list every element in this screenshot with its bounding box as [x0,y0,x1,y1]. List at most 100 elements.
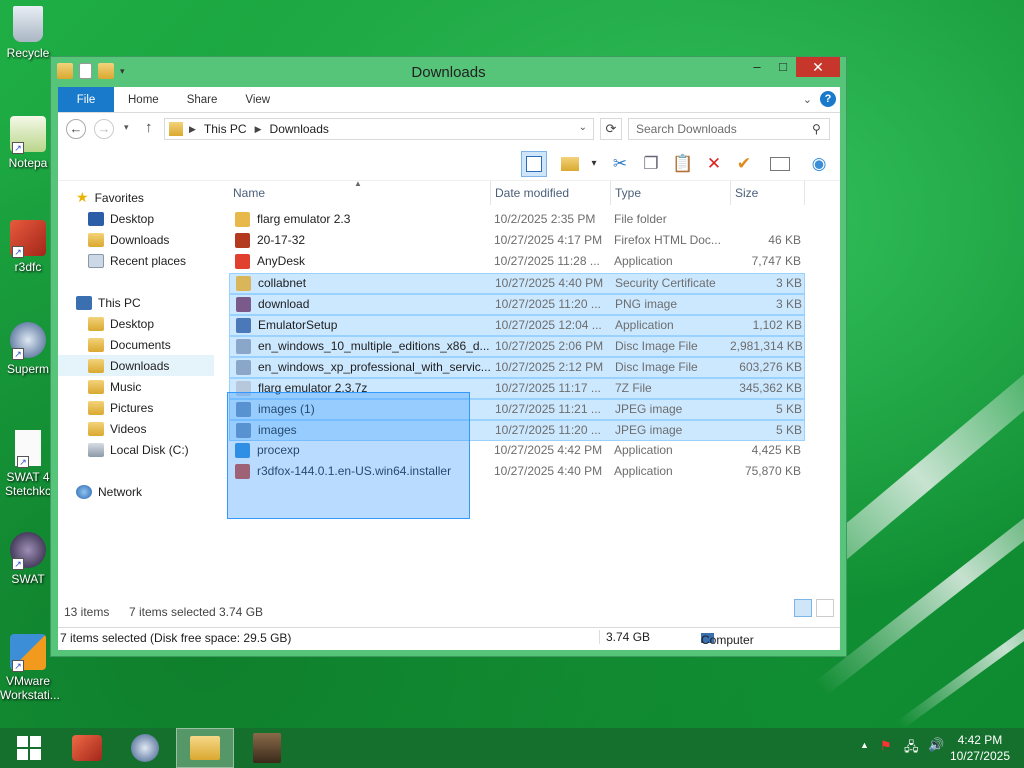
nav-pc-videos[interactable]: Videos [88,418,244,439]
desktop-icon-swat4[interactable]: ↗ SWAT 4 Stetchkc [0,430,56,498]
nav-pc-local-disk[interactable]: Local Disk (C:) [88,439,244,460]
nav-fav-downloads[interactable]: Downloads [88,229,244,250]
tab-share[interactable]: Share [173,87,232,112]
back-button[interactable]: ← [66,119,86,139]
nav-network[interactable]: Network [76,481,232,502]
windows-logo-icon [17,736,41,760]
delete-icon[interactable]: ✕ [701,151,727,177]
nav-pc-music[interactable]: Music [88,376,244,397]
chevron-right-icon: ▶ [254,123,262,134]
help-icon[interactable]: ? [820,91,836,107]
cut-icon[interactable]: ✂ [607,151,633,177]
title-bar[interactable]: ▾ Downloads – □ ✕ [51,57,846,87]
refresh-button[interactable]: ⟳ [600,118,622,140]
breadcrumb-this-pc[interactable]: This PC [204,122,247,136]
nav-pc-documents[interactable]: Documents [88,334,244,355]
open-folder-icon[interactable] [557,151,583,177]
volume-icon[interactable]: 🔊 [928,737,944,753]
search-input[interactable]: Search Downloads [628,118,830,140]
maximize-button[interactable]: □ [770,57,796,77]
file-date: 10/27/2025 12:04 ... [495,318,602,332]
computer-icon [76,295,92,310]
folder-icon [190,736,220,760]
search-icon[interactable]: ⚲ [812,122,821,136]
nav-pc-downloads[interactable]: Downloads [58,355,214,376]
file-row[interactable]: download 10/27/2025 11:20 ... PNG image 3 K… [229,294,805,315]
file-row[interactable]: collabnet 10/27/2025 4:40 PM Security Cert… [229,273,805,294]
recent-locations-icon[interactable]: ▾ [124,122,129,133]
show-hidden-icons-icon[interactable]: ▲ [860,740,869,750]
paste-icon[interactable]: 📋 [670,151,696,177]
desktop-icon-swat[interactable]: ↗ SWAT [0,532,56,586]
preview-pane-icon[interactable] [521,151,547,177]
file-row[interactable]: en_windows_xp_professional_with_servic..… [229,357,805,378]
address-dropdown-icon[interactable]: ⌄ [579,122,587,133]
details-view-button[interactable] [794,599,812,617]
network-tray-icon[interactable]: 🖧 [904,738,919,760]
forward-button[interactable]: → [94,119,114,139]
file-row[interactable]: flarg emulator 2.3 10/2/2025 2:35 PM File … [229,210,805,231]
up-button[interactable]: ↑ [145,119,153,136]
details-size: 3.74 GB [599,630,650,644]
start-button[interactable] [0,728,58,768]
breadcrumb-downloads[interactable]: Downloads [270,122,329,136]
desktop-icon-r3dfox[interactable]: ↗ r3dfc [0,220,56,274]
file-name: en_windows_xp_professional_with_servic..… [258,360,491,374]
nav-label: Videos [110,421,147,436]
file-date: 10/27/2025 11:20 ... [495,423,601,437]
close-button[interactable]: ✕ [796,57,840,77]
nav-favorites[interactable]: ★ Favorites [76,187,232,208]
clock[interactable]: 4:42 PM 10/27/2025 [950,732,1010,764]
file-name: AnyDesk [257,254,306,268]
column-header-size[interactable]: Size [731,181,805,205]
file-row[interactable]: en_windows_10_multiple_editions_x86_d...… [229,336,805,357]
file-date: 10/27/2025 2:06 PM [495,339,604,353]
column-header-type[interactable]: Type [611,181,731,205]
nav-label: Network [98,484,143,499]
file-size: 7,747 KB [751,254,801,268]
desktop-icon-notepad[interactable]: ↗ Notepa [0,116,56,170]
r3dfox-icon: ↗ [10,220,46,258]
tab-view[interactable]: View [231,87,284,112]
file-row[interactable]: 20-17-32 10/27/2025 4:17 PM Firefox HTML D… [229,231,805,252]
nav-pc-pictures[interactable]: Pictures [88,397,244,418]
nav-fav-recent-places[interactable]: Recent places [88,250,244,271]
file-date: 10/27/2025 11:17 ... [495,381,601,395]
taskbar-file-explorer[interactable] [176,728,234,768]
expand-ribbon-icon[interactable]: ⌄ [803,93,812,106]
desktop-icon-superm[interactable]: ↗ Superm [0,322,56,376]
taskbar-r3dfox[interactable] [58,728,116,768]
properties-icon[interactable] [767,151,793,177]
file-icon [236,360,251,375]
taskbar-app[interactable] [238,728,296,768]
navigation-pane: ★ Favorites Desktop Downloads Recent pla… [58,181,218,611]
nav-fav-desktop[interactable]: Desktop [88,208,244,229]
file-type: Firefox HTML Doc... [614,233,721,247]
desktop-icon-label: Superm [6,362,50,376]
file-type: Application [614,254,673,268]
ribbon-tabs: File Home Share View ⌄ ? [58,87,840,113]
file-row[interactable]: AnyDesk 10/27/2025 11:28 ... Application 7,… [229,252,805,273]
address-bar[interactable]: ▶ This PC ▶ Downloads ⌄ [164,118,594,140]
tab-file[interactable]: File [58,87,114,112]
file-row[interactable]: EmulatorSetup 10/27/2025 12:04 ... Applica… [229,315,805,336]
file-date: 10/27/2025 11:20 ... [495,297,601,311]
file-type: Application [615,318,674,332]
rename-icon[interactable]: ✔ [731,151,757,177]
shell-icon[interactable]: ◉ [806,151,832,177]
column-header-date[interactable]: Date modified [491,181,611,205]
nav-pc-desktop[interactable]: Desktop [88,313,244,334]
nav-label: Documents [110,337,171,352]
taskbar-superm[interactable] [116,728,174,768]
action-center-flag-icon[interactable]: ⚑ [880,738,892,754]
file-size: 5 KB [775,423,802,437]
tab-home[interactable]: Home [114,87,173,112]
copy-icon[interactable]: ❐ [638,151,664,177]
desktop-icon-recycle-bin[interactable]: Recycle [0,6,56,60]
minimize-button[interactable]: – [744,57,770,77]
nav-this-pc[interactable]: This PC [76,292,232,313]
desktop-icon-vmware[interactable]: ↗ VMware Workstati... [0,634,60,702]
large-icons-view-button[interactable] [816,599,834,617]
dropdown-arrow-icon[interactable]: ▾ [581,151,607,177]
file-type: Security Certificate [615,276,716,290]
